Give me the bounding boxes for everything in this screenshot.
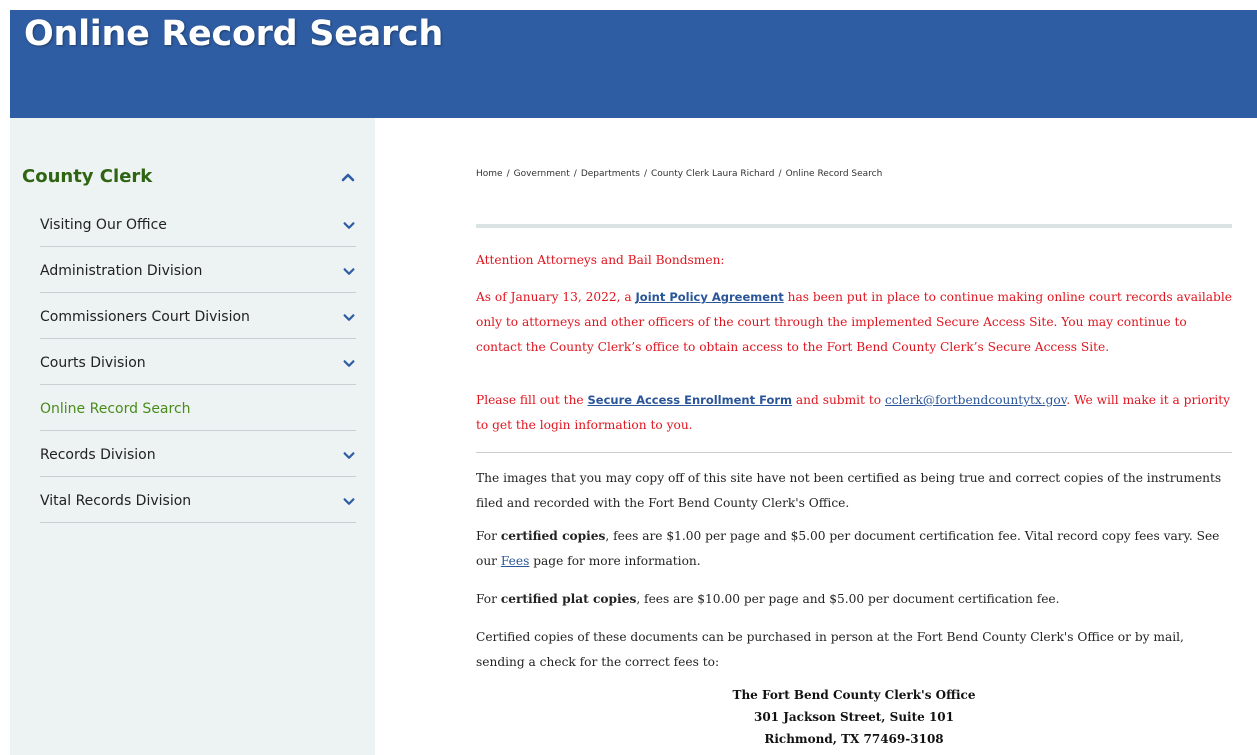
sidebar-item-label: Online Record Search (40, 401, 191, 417)
sidebar: County Clerk Visiting Our Office Adminis… (10, 118, 375, 755)
address-line-2: 301 Jackson Street, Suite 101 (753, 710, 954, 724)
breadcrumb-home[interactable]: Home (476, 169, 503, 179)
sidebar-heading-label: County Clerk (22, 166, 153, 187)
certification-disclaimer: The images that you may copy off of this… (476, 471, 1222, 510)
section-divider (476, 224, 1232, 228)
chevron-down-icon[interactable] (342, 357, 356, 371)
breadcrumb-county-clerk[interactable]: County Clerk Laura Richard (651, 169, 775, 179)
sidebar-heading-county-clerk[interactable]: County Clerk (22, 166, 356, 190)
sidebar-list: Visiting Our Office Administration Divis… (40, 201, 356, 523)
sidebar-item-label: Vital Records Division (40, 493, 192, 509)
address-line-1: The Fort Bend County Clerk's Office (732, 688, 976, 702)
sidebar-item-records-division[interactable]: Records Division (40, 431, 356, 477)
sidebar-item-administration-division[interactable]: Administration Division (40, 247, 356, 293)
sidebar-item-visiting-our-office[interactable]: Visiting Our Office (40, 201, 356, 247)
address-line-3: Richmond, TX 77469-3108 (764, 732, 944, 746)
purchase-instructions: Certified copies of these documents can … (476, 630, 1184, 669)
page-title: Online Record Search (24, 14, 443, 54)
certified-plat-copies-fees: For certified plat copies, fees are $10.… (476, 592, 1060, 606)
notice-heading: Attention Attorneys and Bail Bondsmen: (476, 253, 725, 267)
sidebar-item-label: Courts Division (40, 355, 146, 371)
secure-access-enrollment-form-link[interactable]: Secure Access Enrollment Form (588, 393, 793, 407)
breadcrumb-departments[interactable]: Departments (581, 169, 640, 179)
chevron-down-icon[interactable] (342, 219, 356, 233)
chevron-down-icon[interactable] (342, 449, 356, 463)
sidebar-item-label: Administration Division (40, 263, 203, 279)
breadcrumb: Home / Government / Departments / County Clerk… (476, 169, 882, 179)
certified-copies-fees: For certified copies, fees are $1.00 per… (476, 529, 1220, 568)
main-content: Home / Government / Departments / County Clerk… (375, 118, 1257, 755)
sidebar-item-vital-records-division[interactable]: Vital Records Division (40, 477, 356, 523)
breadcrumb-separator: / (778, 169, 782, 179)
sidebar-item-commissioners-court-division[interactable]: Commissioners Court Division (40, 293, 356, 339)
fees-link[interactable]: Fees (501, 554, 529, 568)
header-banner: Online Record Search (10, 10, 1257, 118)
sidebar-item-label: Visiting Our Office (40, 217, 167, 233)
notice-divider (476, 452, 1232, 453)
email-link[interactable]: cclerk@fortbendcountytx.gov (885, 393, 1066, 407)
notice-paragraph: As of January 13, 2022, a Joint Policy A… (476, 290, 1232, 354)
chevron-up-icon[interactable] (340, 169, 356, 185)
chevron-down-icon[interactable] (342, 495, 356, 509)
sidebar-item-label: Records Division (40, 447, 156, 463)
sidebar-item-online-record-search[interactable]: Online Record Search (40, 385, 356, 431)
breadcrumb-current: Online Record Search (785, 169, 883, 179)
chevron-down-icon[interactable] (342, 311, 356, 325)
breadcrumb-separator: / (643, 169, 648, 179)
chevron-down-icon[interactable] (342, 265, 356, 279)
breadcrumb-separator: / (573, 169, 577, 179)
breadcrumb-government[interactable]: Government (514, 169, 570, 179)
joint-policy-agreement-link[interactable]: Joint Policy Agreement (636, 290, 784, 304)
mailing-address: The Fort Bend County Clerk's Office 301 … (476, 684, 1232, 750)
enrollment-paragraph: Please fill out the Secure Access Enroll… (476, 393, 1231, 432)
sidebar-item-courts-division[interactable]: Courts Division (40, 339, 356, 385)
breadcrumb-separator: / (506, 169, 510, 179)
sidebar-item-label: Commissioners Court Division (40, 309, 250, 325)
